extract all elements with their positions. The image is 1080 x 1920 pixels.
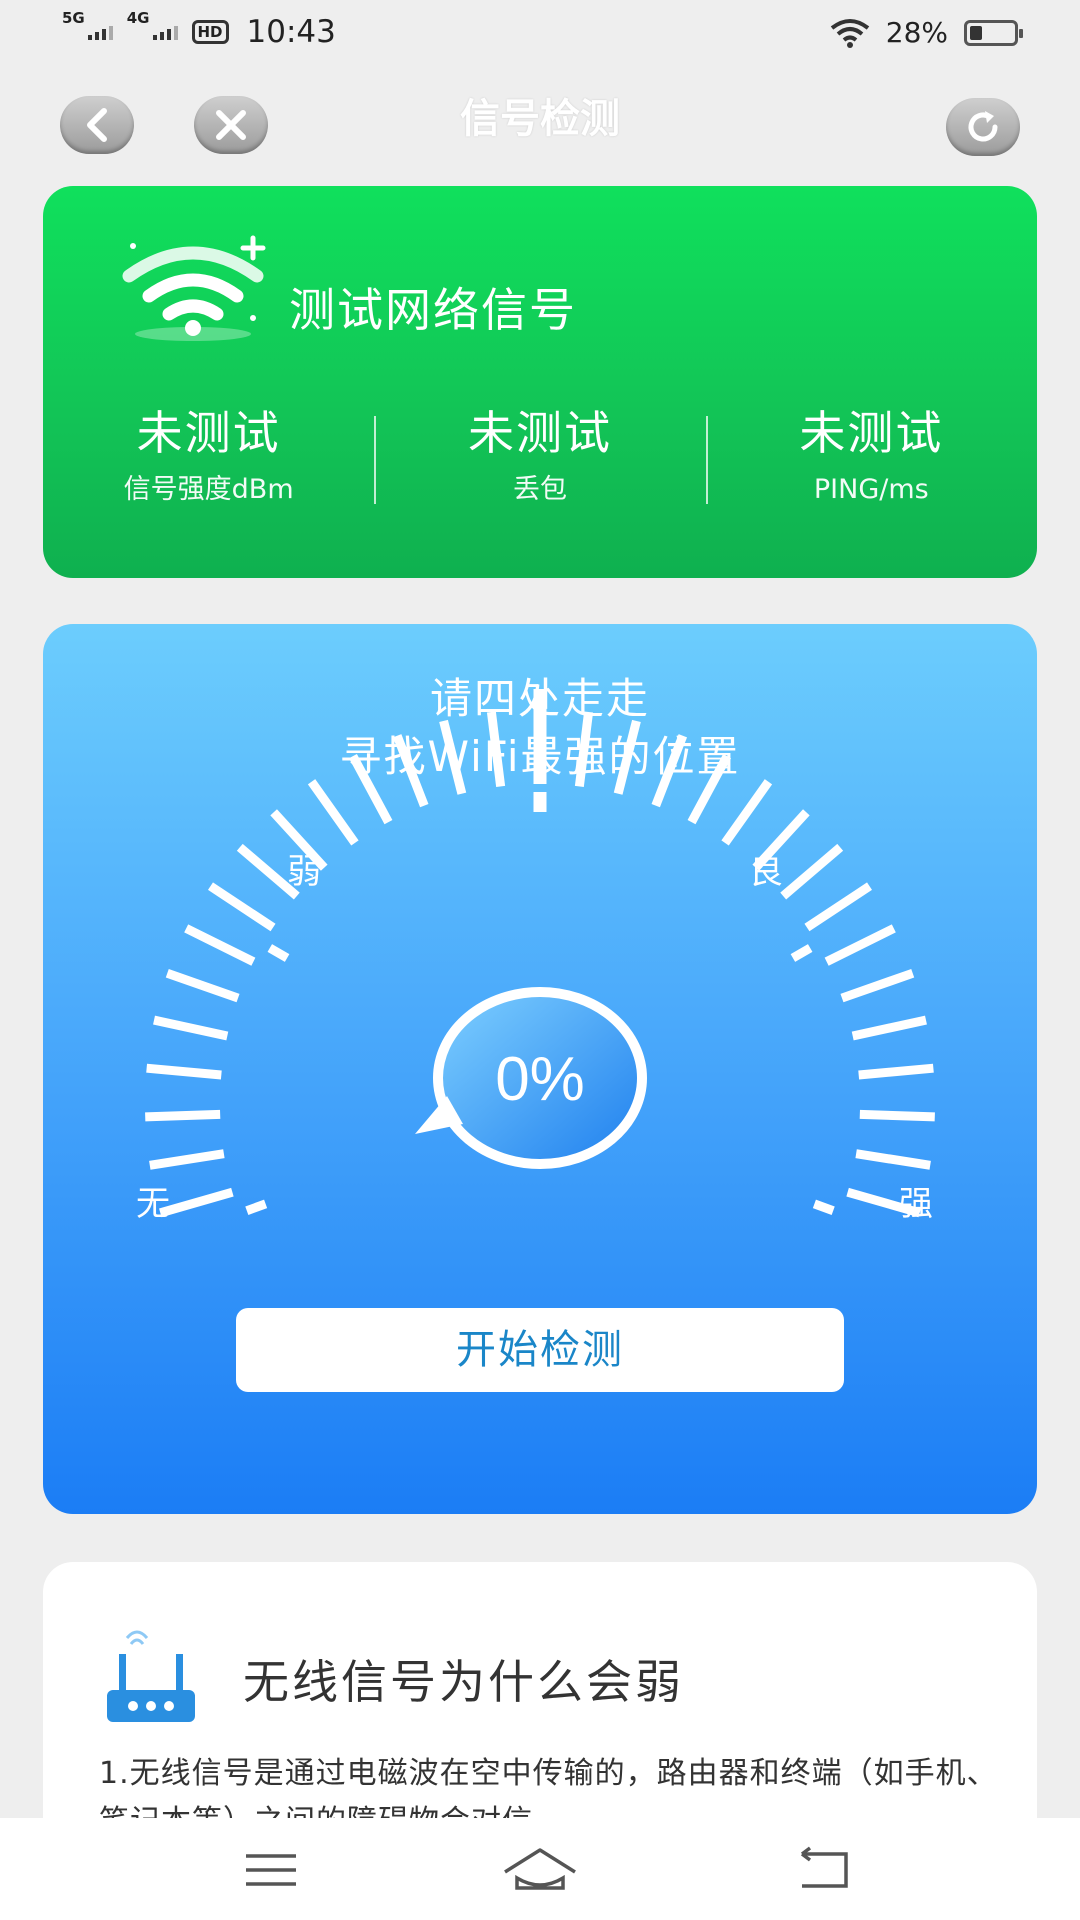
gauge-tick bbox=[859, 1109, 935, 1122]
gauge-marker-tick bbox=[812, 1199, 835, 1215]
refresh-button[interactable] bbox=[946, 98, 1020, 156]
gauge-tick bbox=[574, 711, 594, 787]
info-title: 无线信号为什么会弱 bbox=[243, 1655, 684, 1709]
refresh-icon bbox=[968, 111, 998, 142]
gauge-tick bbox=[165, 968, 240, 1003]
wifi-icon bbox=[830, 18, 869, 48]
router-icon bbox=[107, 1630, 195, 1722]
signal-gauge-card: 请四处走走 寻找WiFi最强的位置 0% 弱 良 无 强 开始检测 bbox=[43, 624, 1037, 1514]
gauge-tick bbox=[146, 1063, 222, 1080]
stat-packet-loss: 未测试 丢包 bbox=[374, 404, 705, 510]
gauge-tick bbox=[145, 1109, 221, 1122]
gauge-tick bbox=[855, 1149, 931, 1170]
gauge-tick bbox=[159, 1187, 234, 1218]
start-detect-button[interactable]: 开始检测 bbox=[236, 1308, 844, 1392]
stat-ping: 未测试 PING/ms bbox=[705, 404, 1037, 510]
label-good: 良 bbox=[749, 852, 783, 892]
clock: 10:43 bbox=[246, 14, 336, 50]
home-icon[interactable] bbox=[495, 1842, 585, 1898]
percent-bubble: 0% bbox=[415, 987, 647, 1169]
signal-bars-icon bbox=[152, 24, 178, 40]
network-card-title: 测试网络信号 bbox=[289, 283, 577, 337]
gauge-tick bbox=[184, 924, 256, 966]
wifi-sparkle-icon bbox=[122, 235, 266, 341]
label-none: 无 bbox=[136, 1184, 170, 1224]
gauge-tick bbox=[439, 719, 467, 795]
gauge-tick bbox=[486, 711, 506, 787]
gauge-tick bbox=[208, 882, 276, 932]
status-bar: 5G 4G HD 10:43 28% bbox=[0, 0, 1080, 70]
menu-icon[interactable] bbox=[226, 1842, 316, 1898]
gauge-tick bbox=[613, 719, 641, 795]
signal-bars-icon bbox=[87, 24, 113, 40]
signal-4g: 4G bbox=[127, 10, 178, 40]
gauge-tick bbox=[721, 779, 773, 846]
gauge-tick bbox=[858, 1063, 934, 1080]
gauge-marker-tick bbox=[245, 1199, 268, 1215]
gauge-tick bbox=[824, 924, 896, 966]
gauge-tick bbox=[307, 779, 359, 846]
battery-level bbox=[970, 25, 982, 40]
gauge-tick bbox=[687, 753, 732, 825]
signal-5g: 5G bbox=[62, 10, 113, 40]
percent-value: 0% bbox=[495, 1045, 585, 1114]
network-test-card: 测试网络信号 未测试 信号强度dBm 未测试 丢包 未测试 PING/ms bbox=[43, 186, 1037, 578]
gauge-tick bbox=[840, 968, 915, 1003]
gauge-tick bbox=[804, 882, 872, 932]
hd-voice-icon: HD bbox=[191, 20, 229, 44]
gauge-marker-tick bbox=[790, 944, 813, 962]
label-strong: 强 bbox=[899, 1184, 933, 1224]
back-nav-icon[interactable] bbox=[778, 1842, 868, 1898]
stats-row: 未测试 信号强度dBm 未测试 丢包 未测试 PING/ms bbox=[43, 404, 1037, 510]
gauge-tick bbox=[149, 1149, 225, 1170]
gauge-tick bbox=[348, 753, 393, 825]
page-title: 信号检测 bbox=[460, 96, 620, 142]
battery-percent: 28% bbox=[885, 16, 948, 49]
stat-signal-strength: 未测试 信号强度dBm bbox=[123, 406, 294, 505]
gauge-tick bbox=[651, 734, 688, 808]
gauge-tick bbox=[392, 734, 429, 808]
gauge-marker-tick bbox=[267, 944, 290, 962]
battery-icon bbox=[964, 19, 1023, 46]
gauge-tick bbox=[780, 843, 844, 900]
gauge-tick bbox=[153, 1015, 229, 1041]
gauge-tick bbox=[851, 1015, 927, 1041]
label-weak: 弱 bbox=[287, 852, 321, 892]
system-nav-bar bbox=[0, 1818, 1080, 1920]
